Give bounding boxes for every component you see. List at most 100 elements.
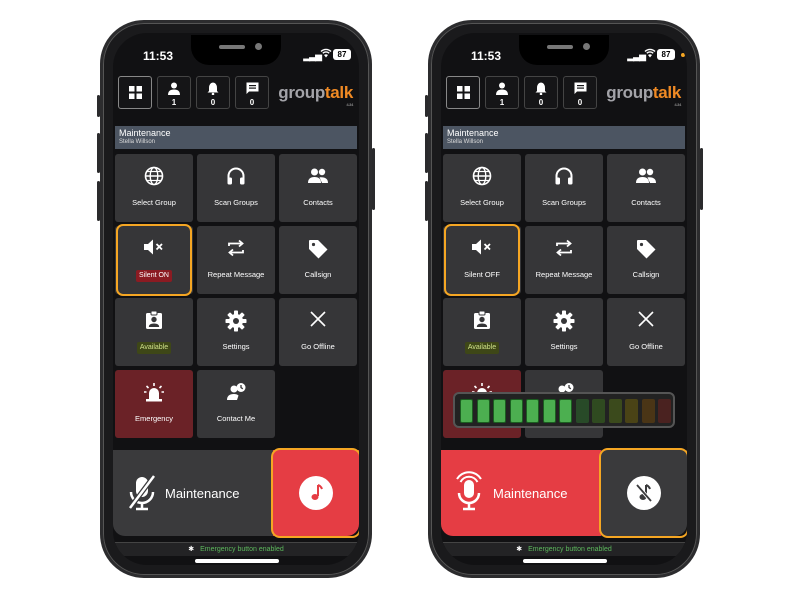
meter-segment — [658, 399, 671, 423]
messages-header-button[interactable]: 0 — [235, 76, 269, 109]
emergency-status-text: Emergency button enabled — [200, 546, 284, 553]
people-icon — [279, 166, 357, 191]
meter-segment — [641, 399, 655, 423]
tile-go-offline[interactable]: Go Offline — [279, 298, 357, 366]
tile-go-offline[interactable]: Go Offline — [607, 298, 685, 366]
tile-repeat-message[interactable]: Repeat Message — [197, 226, 275, 294]
emergency-status-bar: ✱ Emergency button enabled — [115, 542, 357, 556]
tile-select-group[interactable]: Select Group — [443, 154, 521, 222]
grouptalk-logo: grouptalk 4.34 — [278, 83, 353, 107]
tile-available[interactable]: Available — [115, 298, 193, 366]
tile-callsign[interactable]: Callsign — [607, 226, 685, 294]
menu-grid-button[interactable] — [118, 76, 152, 109]
meter-segment — [460, 399, 473, 423]
signal-icon: ▂▃▅ — [627, 51, 646, 61]
ptt-button[interactable]: Maintenance — [441, 450, 601, 536]
app-header: 1 0 0 grouptalk 4.34 — [113, 76, 359, 116]
tile-contacts[interactable]: Contacts — [279, 154, 357, 222]
tile-settings[interactable]: Settings — [525, 298, 603, 366]
status-time: 11:53 — [471, 49, 502, 63]
volume-up-button — [425, 133, 428, 173]
mic-transmitting-icon — [451, 468, 491, 511]
available-badge: Available — [136, 342, 172, 354]
battery-icon: 87 — [333, 49, 351, 60]
tile-available[interactable]: Available — [443, 298, 521, 366]
close-icon — [607, 310, 685, 333]
headphones-icon — [197, 166, 275, 191]
power-button — [372, 148, 375, 210]
grid-icon — [119, 86, 151, 101]
contacts-header-button[interactable]: 1 — [157, 76, 191, 109]
mic-off-icon — [125, 474, 165, 514]
tile-select-group[interactable]: Select Group — [115, 154, 193, 222]
tile-contact-me[interactable]: Contact Me — [197, 370, 275, 438]
dynamic-island — [519, 35, 609, 65]
active-group-bar[interactable]: Maintenance Stella Willson — [115, 126, 357, 149]
messages-count: 0 — [249, 98, 255, 107]
alarm-light-icon — [115, 382, 193, 407]
meter-segment — [559, 399, 572, 423]
tile-contacts[interactable]: Contacts — [607, 154, 685, 222]
grouptalk-logo: grouptalk 4.34 — [606, 83, 681, 107]
status-time: 11:53 — [143, 49, 174, 63]
gear-icon — [525, 310, 603, 337]
action-button — [425, 95, 428, 117]
meter-segment — [476, 399, 490, 423]
gear-icon — [197, 310, 275, 337]
meter-segment — [608, 399, 622, 423]
headphones-icon — [525, 166, 603, 191]
active-group-bar[interactable]: Maintenance Stella Willson — [443, 126, 685, 149]
person-clock-icon — [197, 382, 275, 407]
alerts-header-button[interactable]: 0 — [524, 76, 558, 109]
tile-settings[interactable]: Settings — [197, 298, 275, 366]
emergency-status-bar: ✱ Emergency button enabled — [443, 542, 685, 556]
alerts-count: 0 — [538, 98, 544, 107]
meter-segment — [625, 399, 638, 423]
power-button — [700, 148, 703, 210]
recording-dot-icon — [681, 53, 685, 57]
bluetooth-icon: ✱ — [188, 546, 195, 553]
meter-segment — [526, 399, 539, 423]
volume-down-button — [97, 181, 100, 221]
message-icon — [236, 82, 268, 97]
contacts-header-button[interactable]: 1 — [485, 76, 519, 109]
contacts-count: 1 — [171, 98, 177, 107]
phone-right: 11:53 ▂▃▅ 87 1 0 0 grouptalk 4.34 Mainte… — [425, 20, 703, 578]
meter-segment — [509, 399, 523, 423]
tile-callsign[interactable]: Callsign — [279, 226, 357, 294]
screenshot-stage: 11:53 ▂▃▅ 87 1 0 0 grouptalk 4.34 Mainte… — [0, 0, 800, 600]
messages-count: 0 — [577, 98, 583, 107]
menu-grid-button[interactable] — [446, 76, 480, 109]
tile-emergency[interactable]: Emergency — [115, 370, 193, 438]
repeat-icon — [197, 238, 275, 263]
tile-scan-groups[interactable]: Scan Groups — [197, 154, 275, 222]
highlight-audio-toggle — [271, 448, 359, 538]
message-icon — [564, 82, 596, 97]
highlight-silent-tile — [116, 224, 192, 296]
meter-segment — [542, 399, 556, 423]
group-name: Maintenance — [119, 128, 171, 138]
battery-icon: 87 — [657, 49, 675, 60]
home-indicator[interactable] — [195, 559, 279, 563]
app-header: 1 0 0 grouptalk 4.34 — [441, 76, 687, 116]
volume-down-button — [425, 181, 428, 221]
screen: 11:53 ▂▃▅ 87 1 0 0 grouptalk 4.34 Mainte… — [113, 33, 359, 565]
status-bar: 11:53 ▂▃▅ 87 — [113, 33, 359, 73]
person-icon — [486, 82, 518, 97]
alerts-header-button[interactable]: 0 — [196, 76, 230, 109]
volume-up-button — [97, 133, 100, 173]
status-bar: 11:53 ▂▃▅ 87 — [441, 33, 687, 73]
globe-icon — [115, 166, 193, 191]
ptt-button[interactable]: Maintenance — [113, 450, 273, 536]
signal-icon: ▂▃▅ — [303, 51, 322, 61]
wifi-icon — [644, 48, 656, 61]
ptt-group-label: Maintenance — [165, 486, 240, 501]
meter-segment — [592, 399, 605, 423]
tile-repeat-message[interactable]: Repeat Message — [525, 226, 603, 294]
group-name: Maintenance — [447, 128, 499, 138]
messages-header-button[interactable]: 0 — [563, 76, 597, 109]
group-user: Stella Willson — [119, 139, 156, 145]
tile-scan-groups[interactable]: Scan Groups — [525, 154, 603, 222]
home-indicator[interactable] — [523, 559, 607, 563]
meter-segment — [575, 399, 589, 423]
